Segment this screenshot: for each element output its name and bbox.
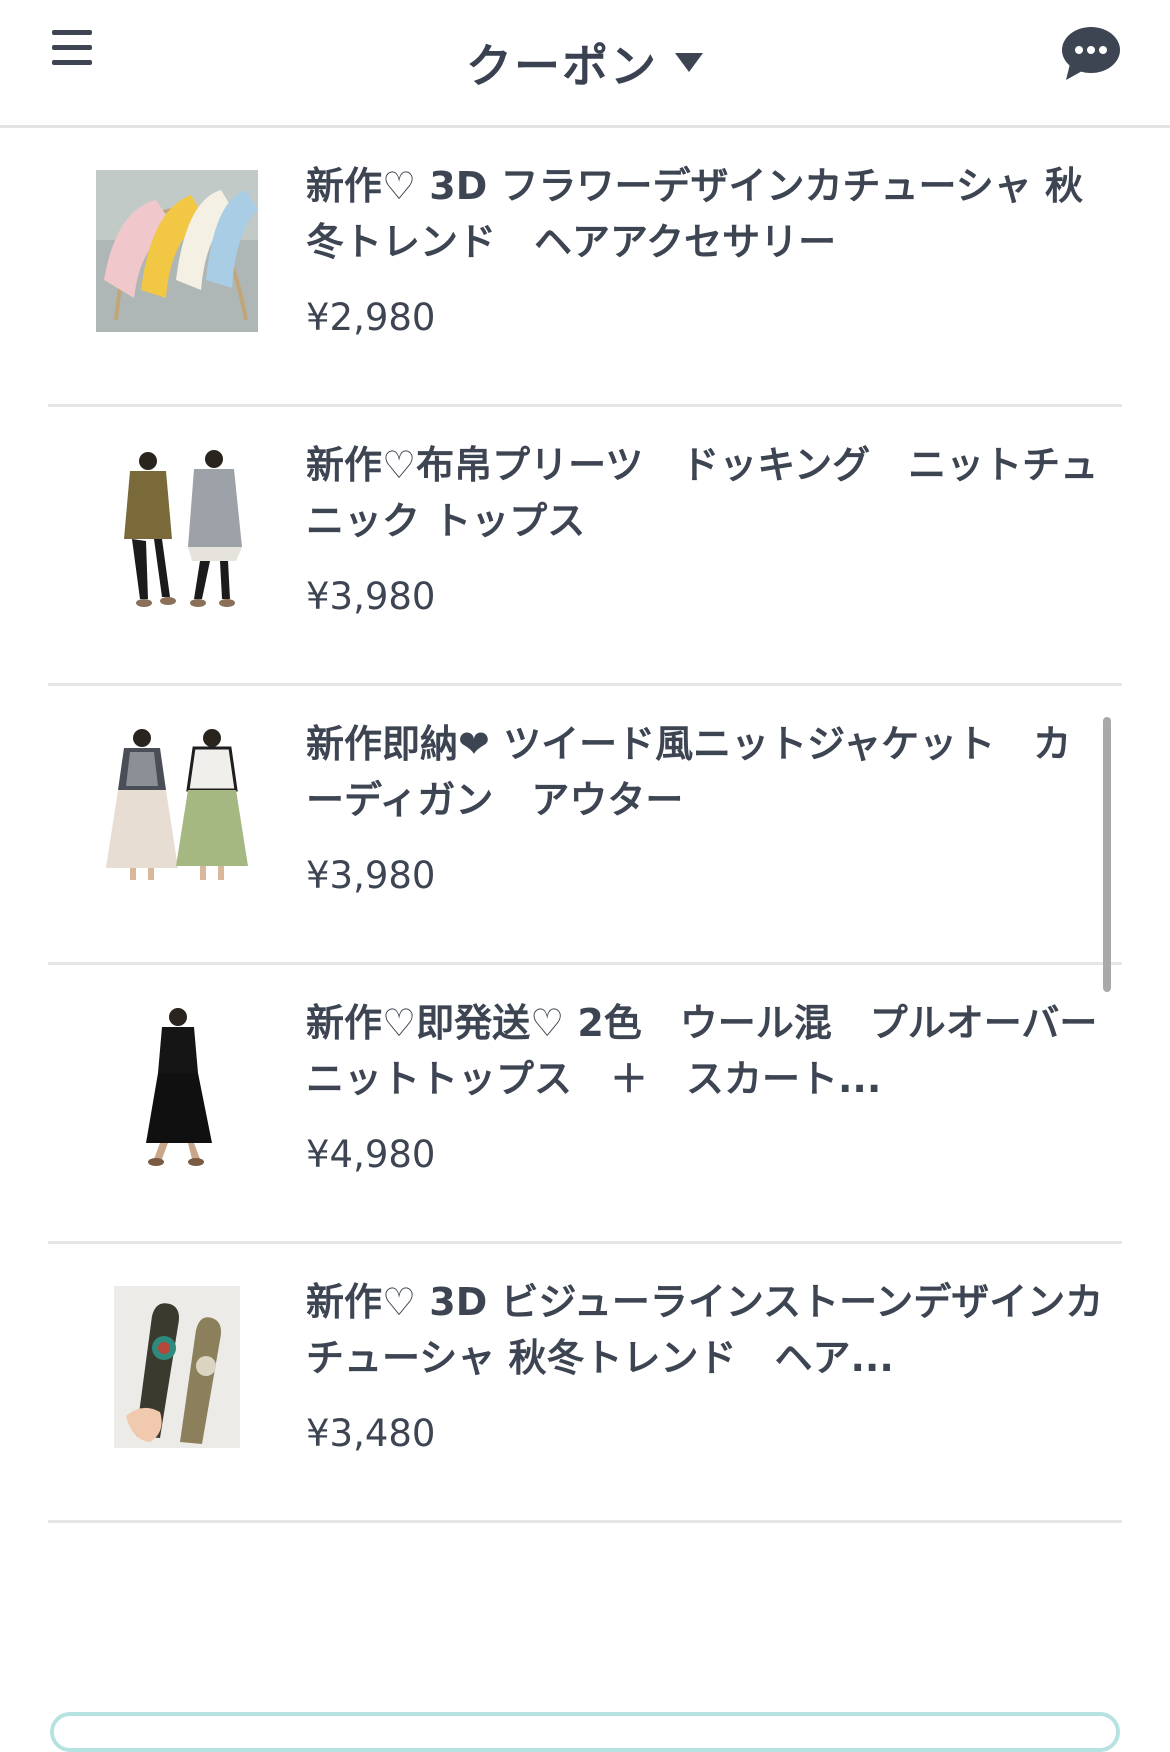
knit-tunic-photo [96, 449, 258, 611]
product-name: 新作♡ 3D フラワーデザインカチューシャ 秋冬トレンド ヘアアクセサリー [306, 164, 1083, 264]
coupon-dropdown[interactable]: クーポン [466, 30, 704, 96]
product-name: 新作♡即発送♡ 2色 ウール混 プルオーバーニットトップス ＋ スカート... [306, 1001, 1098, 1101]
black-dress-photo [96, 1007, 258, 1169]
page-title: クーポン [466, 39, 658, 93]
scrollbar[interactable] [1103, 717, 1111, 992]
product-item[interactable]: 新作♡ 3D ビジューラインストーンデザインカチューシャ 秋冬トレンド ヘア..… [48, 1244, 1122, 1523]
caret-down-icon [674, 52, 704, 74]
product-list: 新作♡ 3D フラワーデザインカチューシャ 秋冬トレンド ヘアアクセサリー ¥2… [48, 128, 1122, 1523]
product-item[interactable]: 新作♡ 3D フラワーデザインカチューシャ 秋冬トレンド ヘアアクセサリー ¥2… [48, 128, 1122, 407]
product-name: 新作即納❤ ツイード風ニットジャケット カーディガン アウター [306, 722, 1072, 822]
hamburger-icon[interactable] [48, 24, 108, 84]
product-price: ¥3,980 [306, 854, 436, 897]
flower-headband-photo [96, 170, 258, 332]
product-price: ¥3,980 [306, 575, 436, 618]
bijou-headband-photo [96, 1286, 258, 1448]
product-price: ¥3,480 [306, 1412, 436, 1455]
bottom-panel[interactable] [50, 1712, 1120, 1752]
app-header: クーポン [0, 0, 1170, 128]
product-item[interactable]: 新作即納❤ ツイード風ニットジャケット カーディガン アウター ¥3,980 [48, 686, 1122, 965]
product-price: ¥4,980 [306, 1133, 436, 1176]
tweed-jacket-photo [96, 728, 258, 890]
product-price: ¥2,980 [306, 296, 436, 339]
product-item[interactable]: 新作♡即発送♡ 2色 ウール混 プルオーバーニットトップス ＋ スカート... … [48, 965, 1122, 1244]
product-name: 新作♡布帛プリーツ ドッキング ニットチュニック トップス [306, 443, 1099, 543]
product-item[interactable]: 新作♡布帛プリーツ ドッキング ニットチュニック トップス ¥3,980 [48, 407, 1122, 686]
chat-bubble-icon[interactable] [1060, 26, 1124, 86]
product-name: 新作♡ 3D ビジューラインストーンデザインカチューシャ 秋冬トレンド ヘア..… [306, 1280, 1104, 1380]
